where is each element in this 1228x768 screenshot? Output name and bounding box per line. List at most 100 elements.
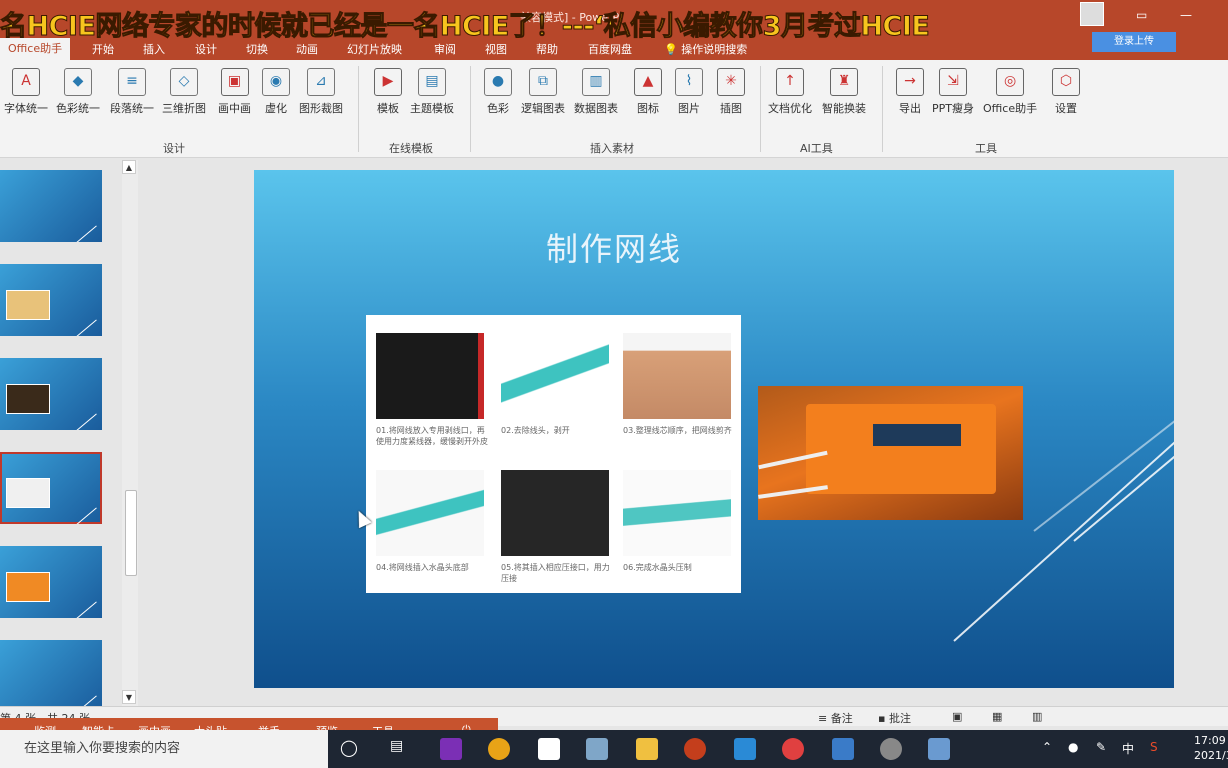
steps-image-panel[interactable]: 01.将网线放入专用剥线口，再使用力度紧线器，缓慢剥开外皮 02.去除线头，剥开… <box>366 315 741 593</box>
ribbon-separator <box>358 66 359 152</box>
notepad-icon[interactable] <box>538 738 560 760</box>
thumbnail-scrollbar[interactable]: ▲ ▼ <box>122 160 138 706</box>
notes-button[interactable]: ≡ 备注 <box>818 710 853 726</box>
tab-transitions[interactable]: 切换 <box>246 41 268 57</box>
paragraph-unify-button[interactable]: ≡ 段落统一 <box>110 68 154 116</box>
slide-canvas[interactable]: 制作网线 01.将网线放入专用剥线口，再使用力度紧线器，缓慢剥开外皮 02.去除… <box>254 170 1174 688</box>
ribbon: A 字体统一 ◆ 色彩统一 ≡ 段落统一 ◇ 三维折图 ▣ 画中画 ◉ 虚化 ⊿ 图形裁图 ▶… <box>0 60 1228 158</box>
tab-design[interactable]: 设计 <box>195 41 217 57</box>
bar-chart-icon: ▥ <box>582 68 610 96</box>
ribbon-separator <box>470 66 471 152</box>
step-caption: 04.将网线插入水晶头底部 <box>376 563 469 572</box>
palette-icon: ● <box>484 68 512 96</box>
paint-bucket-icon: ◆ <box>64 68 92 96</box>
export-button[interactable]: → 导出 <box>896 68 924 116</box>
sogou-icon[interactable]: S <box>1150 740 1158 754</box>
data-chart-button[interactable]: ▥ 数据图表 <box>574 68 618 116</box>
minimize-icon[interactable]: — <box>1180 8 1192 22</box>
slide-thumbnail[interactable] <box>0 546 102 618</box>
widgets-icon[interactable]: ▤ <box>390 738 412 760</box>
slide-thumbnail[interactable] <box>0 170 102 242</box>
ppt-slim-button[interactable]: ⇲ PPT瘦身 <box>932 68 974 116</box>
thumb-decoration <box>73 319 97 336</box>
pen-icon[interactable]: ✎ <box>1096 740 1106 754</box>
assistant-icon: ◎ <box>996 68 1025 96</box>
shape-crop-button[interactable]: ⊿ 图形裁图 <box>299 68 343 116</box>
smart-change-button[interactable]: ♜ 智能换装 <box>822 68 866 116</box>
task-view-icon[interactable]: ◯ <box>340 738 362 760</box>
scroll-down-icon[interactable]: ▼ <box>122 690 136 704</box>
onenote-icon[interactable] <box>440 738 462 760</box>
theme-template-button[interactable]: ▤ 主题模板 <box>410 68 454 116</box>
app-icon[interactable] <box>880 738 902 760</box>
button-label: 图标 <box>637 102 659 115</box>
notes-label: 备注 <box>830 712 853 725</box>
font-unify-button[interactable]: A 字体统一 <box>4 68 48 116</box>
scroll-up-icon[interactable]: ▲ <box>122 160 136 174</box>
app-icon[interactable] <box>782 738 804 760</box>
tab-help[interactable]: 帮助 <box>536 41 558 57</box>
button-label: 字体统一 <box>4 102 48 115</box>
tab-insert[interactable]: 插入 <box>143 41 165 57</box>
avatar[interactable] <box>1080 2 1104 26</box>
step-card: 03.整理线芯顺序，把网线剪齐 <box>623 333 735 436</box>
slide-thumbnail[interactable] <box>0 640 102 712</box>
tab-animations[interactable]: 动画 <box>296 41 318 57</box>
file-explorer-icon[interactable] <box>636 738 658 760</box>
picture-in-picture-icon: ▣ <box>220 68 249 96</box>
chevron-up-icon[interactable]: ⌃ <box>1042 740 1052 754</box>
office-assistant-button[interactable]: ◎ Office助手 <box>983 68 1037 116</box>
scroll-thumb[interactable] <box>125 490 137 576</box>
tab-slideshow[interactable]: 幻灯片放映 <box>347 41 402 57</box>
ribbon-display-icon[interactable]: ▭ <box>1136 8 1147 22</box>
step-card: 04.将网线插入水晶头底部 <box>376 470 488 573</box>
icons-button[interactable]: ▲ 图标 <box>634 68 662 116</box>
3d-fold-button[interactable]: ◇ 三维折图 <box>162 68 206 116</box>
theme-icon: ▤ <box>418 68 446 96</box>
chrome-icon[interactable] <box>488 738 510 760</box>
reading-view-icon[interactable]: ▥ <box>1032 710 1042 723</box>
color-unify-button[interactable]: ◆ 色彩统一 <box>56 68 100 116</box>
normal-view-icon[interactable]: ▣ <box>952 710 962 723</box>
logic-chart-button[interactable]: ⧉ 逻辑图表 <box>521 68 565 116</box>
clock-date: 2021/3/ <box>1194 749 1228 762</box>
color-button[interactable]: ● 色彩 <box>484 68 512 116</box>
sorter-view-icon[interactable]: ▦ <box>992 710 1002 723</box>
powerpoint-icon[interactable] <box>684 738 706 760</box>
font-icon: A <box>12 68 40 96</box>
slide-thumbnail[interactable] <box>0 264 102 336</box>
settings-button[interactable]: ⬡ 设置 <box>1052 68 1080 116</box>
ime-indicator[interactable]: 中 <box>1122 740 1134 757</box>
button-label: 数据图表 <box>574 102 618 115</box>
image-button[interactable]: ⌇ 图片 <box>675 68 703 116</box>
illustration-button[interactable]: ✳ 插图 <box>717 68 745 116</box>
slide-thumbnail[interactable] <box>0 358 102 430</box>
thumb-image <box>6 290 50 320</box>
slide-title[interactable]: 制作网线 <box>254 224 974 270</box>
tab-view[interactable]: 视图 <box>485 41 507 57</box>
tell-me-search[interactable]: 💡 操作说明搜索 <box>664 41 747 57</box>
thumb-decoration <box>73 413 97 430</box>
photos-icon[interactable] <box>832 738 854 760</box>
cable-tester-photo[interactable] <box>758 386 1023 520</box>
app-icon[interactable] <box>928 738 950 760</box>
template-icon: ▶ <box>374 68 402 96</box>
login-upload-button[interactable]: 登录上传 <box>1092 32 1176 52</box>
app-icon[interactable] <box>586 738 608 760</box>
picture-in-picture-button[interactable]: ▣ 画中画 <box>218 68 251 116</box>
tab-home[interactable]: 开始 <box>92 41 114 57</box>
blur-button[interactable]: ◉ 虚化 <box>262 68 290 116</box>
comments-button[interactable]: ▪ 批注 <box>878 710 911 726</box>
taskbar-search[interactable]: 在这里输入你要搜索的内容 <box>0 730 328 768</box>
mic-icon[interactable]: ● <box>1068 740 1078 754</box>
crimper-photo <box>376 333 484 419</box>
app-icon[interactable] <box>734 738 756 760</box>
tab-baidu-pan[interactable]: 百度网盘 <box>588 41 632 57</box>
tab-review[interactable]: 审阅 <box>434 41 456 57</box>
template-button[interactable]: ▶ 模板 <box>374 68 402 116</box>
clock[interactable]: 17:09 2021/3/ <box>1194 733 1228 763</box>
button-label: 段落统一 <box>110 102 154 115</box>
button-label: 智能换装 <box>822 102 866 115</box>
doc-optimize-button[interactable]: ↑ 文档优化 <box>768 68 812 116</box>
slide-thumbnail-selected[interactable] <box>0 452 102 524</box>
